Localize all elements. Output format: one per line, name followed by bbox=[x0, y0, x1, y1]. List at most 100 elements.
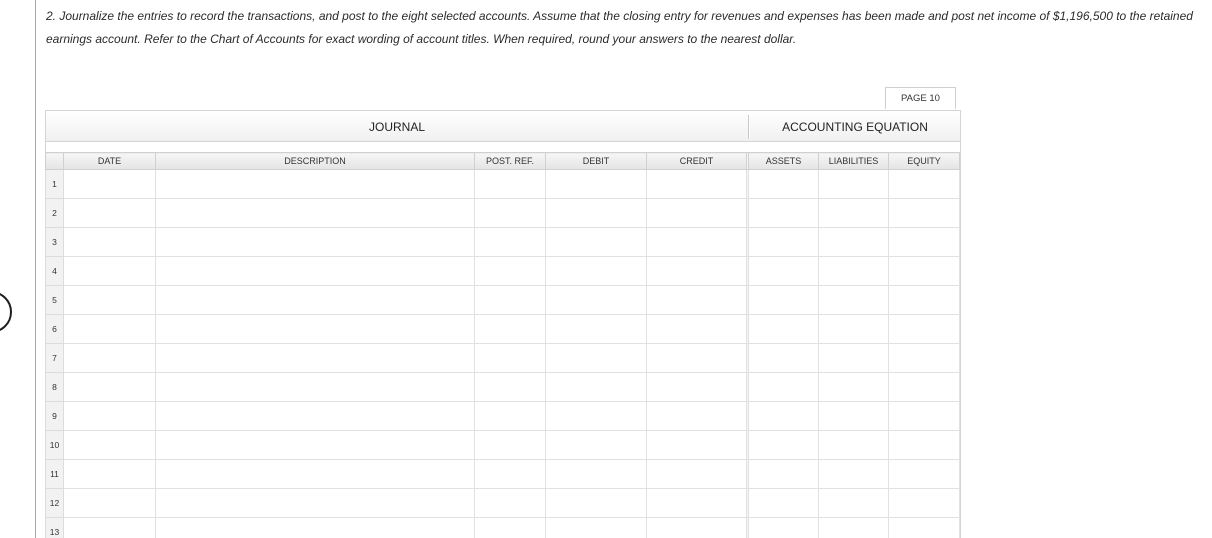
assets-input[interactable] bbox=[749, 257, 818, 285]
credit-input[interactable] bbox=[647, 431, 746, 459]
post-ref-input[interactable] bbox=[475, 228, 545, 256]
date-input[interactable] bbox=[64, 518, 155, 538]
equity-input[interactable] bbox=[889, 518, 959, 538]
equity-input[interactable] bbox=[889, 373, 959, 401]
description-input[interactable] bbox=[156, 228, 474, 256]
credit-input[interactable] bbox=[647, 373, 746, 401]
liabilities-input[interactable] bbox=[819, 315, 888, 343]
assets-input[interactable] bbox=[749, 373, 818, 401]
date-input[interactable] bbox=[64, 460, 155, 488]
description-input[interactable] bbox=[156, 344, 474, 372]
description-input[interactable] bbox=[156, 315, 474, 343]
debit-input[interactable] bbox=[546, 431, 646, 459]
liabilities-input[interactable] bbox=[819, 344, 888, 372]
assets-input[interactable] bbox=[749, 170, 818, 198]
debit-input[interactable] bbox=[546, 228, 646, 256]
credit-input[interactable] bbox=[647, 257, 746, 285]
post-ref-input[interactable] bbox=[475, 460, 545, 488]
post-ref-input[interactable] bbox=[475, 199, 545, 227]
description-input[interactable] bbox=[156, 518, 474, 538]
equity-input[interactable] bbox=[889, 460, 959, 488]
credit-input[interactable] bbox=[647, 460, 746, 488]
date-input[interactable] bbox=[64, 373, 155, 401]
liabilities-input[interactable] bbox=[819, 402, 888, 430]
description-input[interactable] bbox=[156, 489, 474, 517]
description-input[interactable] bbox=[156, 170, 474, 198]
liabilities-input[interactable] bbox=[819, 373, 888, 401]
credit-input[interactable] bbox=[647, 344, 746, 372]
equity-input[interactable] bbox=[889, 431, 959, 459]
description-input[interactable] bbox=[156, 286, 474, 314]
date-input[interactable] bbox=[64, 228, 155, 256]
liabilities-input[interactable] bbox=[819, 460, 888, 488]
date-input[interactable] bbox=[64, 170, 155, 198]
date-input[interactable] bbox=[64, 257, 155, 285]
liabilities-input[interactable] bbox=[819, 518, 888, 538]
debit-input[interactable] bbox=[546, 286, 646, 314]
equity-input[interactable] bbox=[889, 228, 959, 256]
liabilities-input[interactable] bbox=[819, 199, 888, 227]
equity-input[interactable] bbox=[889, 489, 959, 517]
post-ref-input[interactable] bbox=[475, 344, 545, 372]
description-input[interactable] bbox=[156, 257, 474, 285]
post-ref-input[interactable] bbox=[475, 257, 545, 285]
date-input[interactable] bbox=[64, 489, 155, 517]
liabilities-input[interactable] bbox=[819, 286, 888, 314]
equity-input[interactable] bbox=[889, 315, 959, 343]
liabilities-input[interactable] bbox=[819, 489, 888, 517]
assets-input[interactable] bbox=[749, 315, 818, 343]
equity-input[interactable] bbox=[889, 170, 959, 198]
credit-input[interactable] bbox=[647, 489, 746, 517]
description-input[interactable] bbox=[156, 402, 474, 430]
equity-input[interactable] bbox=[889, 286, 959, 314]
equity-input[interactable] bbox=[889, 402, 959, 430]
credit-input[interactable] bbox=[647, 402, 746, 430]
debit-input[interactable] bbox=[546, 199, 646, 227]
debit-input[interactable] bbox=[546, 315, 646, 343]
date-input[interactable] bbox=[64, 315, 155, 343]
credit-input[interactable] bbox=[647, 170, 746, 198]
date-input[interactable] bbox=[64, 286, 155, 314]
debit-input[interactable] bbox=[546, 373, 646, 401]
description-input[interactable] bbox=[156, 373, 474, 401]
credit-input[interactable] bbox=[647, 228, 746, 256]
assets-input[interactable] bbox=[749, 518, 818, 538]
debit-input[interactable] bbox=[546, 257, 646, 285]
equity-input[interactable] bbox=[889, 344, 959, 372]
credit-input[interactable] bbox=[647, 518, 746, 538]
assets-input[interactable] bbox=[749, 199, 818, 227]
credit-input[interactable] bbox=[647, 315, 746, 343]
liabilities-input[interactable] bbox=[819, 431, 888, 459]
assets-input[interactable] bbox=[749, 402, 818, 430]
date-input[interactable] bbox=[64, 431, 155, 459]
liabilities-input[interactable] bbox=[819, 228, 888, 256]
post-ref-input[interactable] bbox=[475, 431, 545, 459]
equity-input[interactable] bbox=[889, 257, 959, 285]
date-input[interactable] bbox=[64, 199, 155, 227]
post-ref-input[interactable] bbox=[475, 402, 545, 430]
description-input[interactable] bbox=[156, 199, 474, 227]
side-nav-circle-icon[interactable] bbox=[0, 291, 12, 333]
assets-input[interactable] bbox=[749, 460, 818, 488]
post-ref-input[interactable] bbox=[475, 286, 545, 314]
description-input[interactable] bbox=[156, 460, 474, 488]
post-ref-input[interactable] bbox=[475, 489, 545, 517]
assets-input[interactable] bbox=[749, 286, 818, 314]
debit-input[interactable] bbox=[546, 518, 646, 538]
liabilities-input[interactable] bbox=[819, 257, 888, 285]
assets-input[interactable] bbox=[749, 344, 818, 372]
debit-input[interactable] bbox=[546, 489, 646, 517]
post-ref-input[interactable] bbox=[475, 315, 545, 343]
debit-input[interactable] bbox=[546, 344, 646, 372]
assets-input[interactable] bbox=[749, 228, 818, 256]
post-ref-input[interactable] bbox=[475, 373, 545, 401]
liabilities-input[interactable] bbox=[819, 170, 888, 198]
debit-input[interactable] bbox=[546, 460, 646, 488]
assets-input[interactable] bbox=[749, 489, 818, 517]
equity-input[interactable] bbox=[889, 199, 959, 227]
post-ref-input[interactable] bbox=[475, 518, 545, 538]
credit-input[interactable] bbox=[647, 286, 746, 314]
debit-input[interactable] bbox=[546, 170, 646, 198]
description-input[interactable] bbox=[156, 431, 474, 459]
date-input[interactable] bbox=[64, 402, 155, 430]
